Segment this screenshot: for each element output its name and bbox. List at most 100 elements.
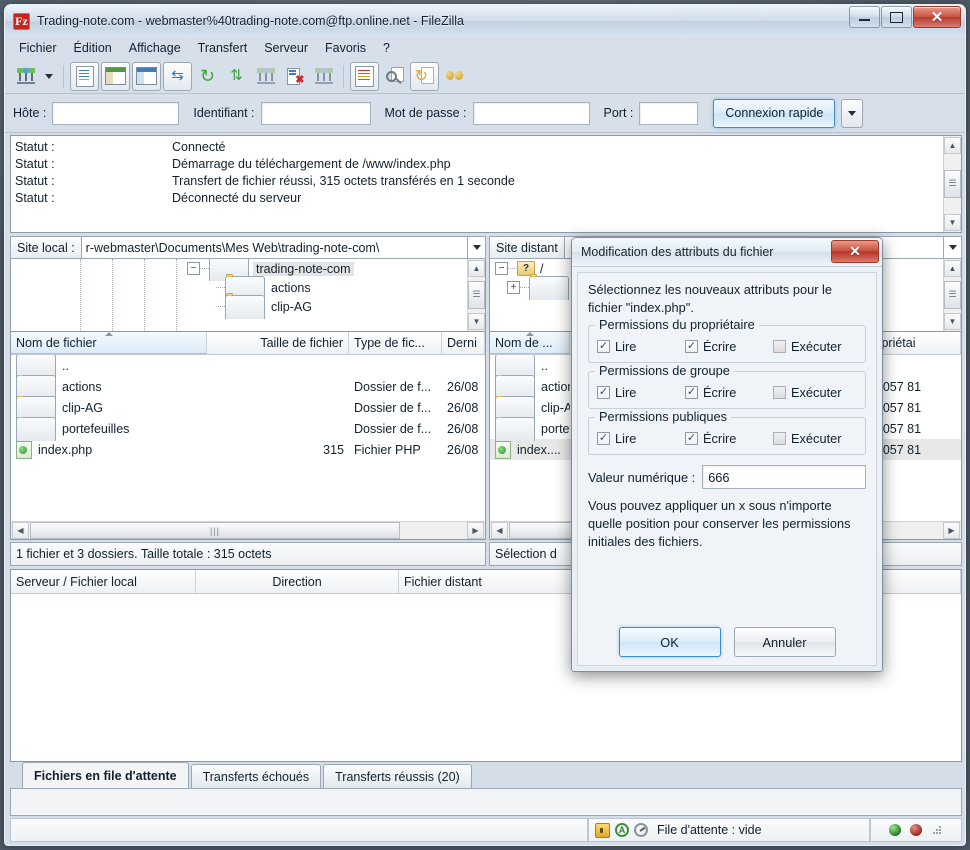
group-write-checkbox[interactable]: ✓ Écrire <box>685 385 773 400</box>
column-header-size[interactable]: Taille de fichier <box>207 332 349 354</box>
host-input[interactable] <box>52 101 180 125</box>
local-file-list[interactable]: Nom de fichier Taille de fichier Type de… <box>10 332 486 540</box>
ok-button[interactable]: OK <box>618 627 721 657</box>
synchronized-browsing-icon[interactable]: ↻ <box>410 61 439 91</box>
cancel-button[interactable]: Annuler <box>733 627 836 657</box>
log-vertical-scrollbar[interactable]: ▲ ☰ ▼ <box>943 136 961 232</box>
refresh-icon[interactable]: ↻ <box>194 63 221 90</box>
tab-queued-files[interactable]: Fichiers en file d'attente <box>22 762 189 788</box>
remote-tree-scrollbar[interactable]: ▲ ☰ ▼ <box>943 259 961 331</box>
toggle-message-log-icon[interactable] <box>70 61 99 91</box>
column-label: Serveur / Fichier local <box>16 574 137 589</box>
reconnect-icon[interactable] <box>310 63 337 90</box>
remote-path-dropdown[interactable] <box>944 236 962 259</box>
scroll-down-button[interactable]: ▼ <box>944 313 961 330</box>
toggle-transfer-queue-icon[interactable]: ⇆ <box>163 61 192 91</box>
scroll-up-button[interactable]: ▲ <box>944 260 961 277</box>
local-horizontal-scrollbar[interactable]: ◀ ||| ▶ <box>11 521 485 539</box>
gear-a-icon[interactable]: A <box>615 823 629 837</box>
numeric-value-row: Valeur numérique : 666 <box>588 465 866 489</box>
scroll-right-button[interactable]: ▶ <box>467 522 484 539</box>
menu-favoris[interactable]: Favoris <box>317 39 374 57</box>
site-manager-dropdown-icon[interactable] <box>41 63 57 90</box>
lock-icon[interactable] <box>595 822 610 838</box>
local-path-input[interactable]: r-webmaster\Documents\Mes Web\trading-no… <box>81 236 468 259</box>
port-input[interactable] <box>639 101 699 125</box>
column-header-type[interactable]: Type de fic... <box>349 332 442 354</box>
menu-fichier[interactable]: Fichier <box>11 39 65 57</box>
disconnect-icon[interactable] <box>252 63 279 90</box>
quickconnect-button[interactable]: Connexion rapide <box>713 98 836 128</box>
filter-icon[interactable] <box>350 61 379 91</box>
local-pane: Site local : r-webmaster\Documents\Mes W… <box>10 236 486 566</box>
owner-write-checkbox[interactable]: ✓ Écrire <box>685 339 773 354</box>
tab-failed-transfers[interactable]: Transferts échoués <box>190 764 322 788</box>
column-header-direction[interactable]: Direction <box>196 570 399 593</box>
tab-successful-transfers[interactable]: Transferts réussis (20) <box>323 764 472 788</box>
scroll-thumb[interactable]: ☰ <box>944 170 961 198</box>
menu-affichage[interactable]: Affichage <box>121 39 189 57</box>
checkbox-label: Écrire <box>703 385 737 400</box>
resize-grip[interactable] <box>931 824 943 836</box>
scroll-right-button[interactable]: ▶ <box>943 522 960 539</box>
scroll-left-button[interactable]: ◀ <box>12 522 29 539</box>
public-execute-checkbox[interactable]: Exécuter <box>773 431 842 446</box>
scroll-thumb[interactable]: ☰ <box>468 281 485 309</box>
scroll-thumb[interactable]: ☰ <box>944 281 961 309</box>
menu-help[interactable]: ? <box>375 39 398 57</box>
dialog-close-button[interactable]: ✕ <box>831 240 879 263</box>
file-name: .. <box>541 358 548 373</box>
quickconnect-history-dropdown[interactable] <box>841 98 864 128</box>
column-header-server-local[interactable]: Serveur / Fichier local <box>11 570 196 593</box>
minimize-button[interactable] <box>849 6 880 28</box>
table-row[interactable]: portefeuilles Dossier de f... 26/08 <box>11 416 485 441</box>
search-remote-files-icon[interactable] <box>441 63 468 90</box>
tree-expander-icon[interactable]: + <box>507 281 520 294</box>
toggle-remote-tree-icon[interactable] <box>132 61 161 91</box>
column-label: Taille de fichier <box>260 336 343 350</box>
table-row[interactable]: actions Dossier de f... 26/08 <box>11 374 485 399</box>
menu-transfert[interactable]: Transfert <box>190 39 256 57</box>
group-execute-checkbox[interactable]: Exécuter <box>773 385 842 400</box>
column-header-name[interactable]: Nom de ... <box>490 332 570 354</box>
local-tree-scrollbar[interactable]: ▲ ☰ ▼ <box>467 259 485 331</box>
public-write-checkbox[interactable]: ✓ Écrire <box>685 431 773 446</box>
group-read-checkbox[interactable]: ✓ Lire <box>597 385 685 400</box>
public-read-checkbox[interactable]: ✓ Lire <box>597 431 685 446</box>
scroll-down-button[interactable]: ▼ <box>468 313 485 330</box>
scroll-down-button[interactable]: ▼ <box>944 214 961 231</box>
dialog-note-text: Vous pouvez appliquer un x sous n'import… <box>588 498 851 549</box>
close-button[interactable]: ✕ <box>913 6 961 28</box>
column-header-name[interactable]: Nom de fichier <box>11 332 207 354</box>
numeric-value-input[interactable]: 666 <box>702 465 866 489</box>
tree-expander-icon[interactable]: − <box>495 262 508 275</box>
toggle-local-tree-icon[interactable] <box>101 61 130 91</box>
owner-execute-checkbox[interactable]: Exécuter <box>773 339 842 354</box>
username-input[interactable] <box>260 101 371 125</box>
scroll-left-button[interactable]: ◀ <box>491 522 508 539</box>
maximize-button[interactable] <box>881 6 912 28</box>
menu-serveur[interactable]: Serveur <box>256 39 316 57</box>
queue-status-text: File d'attente : vide <box>657 823 762 837</box>
checkbox-label: Lire <box>615 385 637 400</box>
owner-read-checkbox[interactable]: ✓ Lire <box>597 339 685 354</box>
menu-edition[interactable]: Édition <box>66 39 120 57</box>
scroll-up-button[interactable]: ▲ <box>944 137 961 154</box>
speed-limit-icon[interactable] <box>634 823 648 837</box>
site-manager-icon[interactable] <box>12 63 39 90</box>
password-input[interactable] <box>472 101 590 125</box>
column-header-date[interactable]: Derni <box>442 332 485 354</box>
table-row[interactable]: .. <box>11 355 485 378</box>
hscroll-thumb[interactable]: ||| <box>30 522 400 539</box>
process-queue-icon[interactable]: ⇅ <box>223 63 250 90</box>
table-row[interactable]: clip-AG Dossier de f... 26/08 <box>11 395 485 420</box>
status-bar-queue: A File d'attente : vide <box>588 818 870 842</box>
local-path-dropdown[interactable] <box>468 236 486 259</box>
log-key: Statut : <box>15 140 55 154</box>
compare-directories-icon[interactable] <box>381 63 408 90</box>
cancel-operation-icon[interactable]: ✖ <box>281 63 308 90</box>
scroll-up-button[interactable]: ▲ <box>468 260 485 277</box>
folder-icon <box>495 416 535 441</box>
local-directory-tree[interactable]: − trading-note-com actions clip-AG ▲ ☰ ▼ <box>10 259 486 332</box>
table-row[interactable]: index.php 315 Fichier PHP 26/08 <box>11 439 485 460</box>
